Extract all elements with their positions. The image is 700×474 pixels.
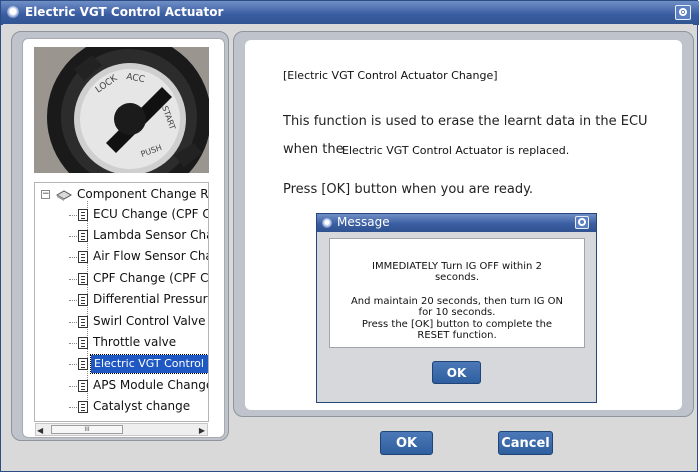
tree-item-label: Air Flow Sensor Cha xyxy=(93,249,209,263)
tree-item-electric-vgt-control[interactable]: Electric VGT Control xyxy=(69,354,208,374)
tree-item-label: CPF Change (CPF C xyxy=(93,271,209,285)
scroll-thumb[interactable]: III xyxy=(51,425,123,434)
message-line: seconds. xyxy=(434,272,480,283)
folder-icon xyxy=(55,189,73,201)
document-icon xyxy=(78,316,88,328)
document-icon xyxy=(78,209,88,221)
document-icon xyxy=(78,294,88,306)
document-icon xyxy=(78,380,88,392)
tree-item-label: Catalyst change xyxy=(93,399,191,413)
component-tree[interactable]: − Component Change Ro ECU Change (CPF C … xyxy=(34,182,209,422)
tree-item-aps-module-change[interactable]: APS Module Change xyxy=(69,377,209,395)
tree-item-cpf-change[interactable]: CPF Change (CPF C xyxy=(69,270,209,288)
message-line: RESET function. xyxy=(417,330,497,341)
tree-item-swirl-control-valve[interactable]: Swirl Control Valve C xyxy=(69,313,209,331)
tree-item-label: Throttle valve xyxy=(93,335,177,349)
message-line: IMMEDIATELY Turn IG OFF within 2 xyxy=(372,261,542,272)
content-description-prefix: when the xyxy=(283,142,344,157)
message-title-bar[interactable]: Message xyxy=(317,214,596,232)
cancel-button[interactable]: Cancel xyxy=(498,431,553,455)
power-icon[interactable] xyxy=(675,5,691,20)
tree-item-label: Differential Pressure xyxy=(93,292,209,306)
tree-item-catalyst-change[interactable]: Catalyst change xyxy=(69,398,208,416)
message-title: Message xyxy=(337,215,390,229)
message-line: for 10 seconds. xyxy=(418,307,496,318)
message-power-icon[interactable] xyxy=(575,216,589,229)
tree-item-label: Swirl Control Valve C xyxy=(93,314,209,328)
scroll-left-icon[interactable]: ◀ xyxy=(37,426,43,435)
message-line: Press the [OK] button to complete the xyxy=(361,319,553,330)
message-app-icon xyxy=(322,218,332,228)
tree-item-differential-pressure[interactable]: Differential Pressure xyxy=(69,291,209,309)
tree-item-air-flow-sensor[interactable]: Air Flow Sensor Cha xyxy=(69,248,209,266)
content-instruction: Press [OK] button when you are ready. xyxy=(283,182,534,197)
tree-root-label: Component Change Ro xyxy=(77,187,209,201)
tree-item-label: Electric VGT Control xyxy=(90,354,208,374)
title-bar[interactable]: Electric VGT Control Actuator xyxy=(1,1,699,25)
tree-item-label: APS Module Change xyxy=(93,378,209,392)
tree-item-throttle-valve[interactable]: Throttle valve xyxy=(69,334,208,352)
document-icon xyxy=(78,401,88,413)
ok-button[interactable]: OK xyxy=(380,431,433,455)
content-description-suffix: Electric VGT Control Actuator is replace… xyxy=(342,144,570,157)
tree-item-lambda-sensor[interactable]: Lambda Sensor Cha xyxy=(69,227,209,245)
tree-item-label: ECU Change (CPF C xyxy=(93,207,209,221)
collapse-icon[interactable]: − xyxy=(41,190,50,199)
content-description: This function is used to erase the learn… xyxy=(283,114,648,129)
message-line: And maintain 20 seconds, then turn IG ON xyxy=(350,296,564,307)
tree-item-ecu-change[interactable]: ECU Change (CPF C xyxy=(69,206,209,224)
scroll-right-icon[interactable]: ▶ xyxy=(199,426,205,435)
tree-item-label: Lambda Sensor Cha xyxy=(93,228,209,242)
tree-horizontal-scrollbar[interactable]: ◀ III ▶ xyxy=(35,423,208,436)
message-body: IMMEDIATELY Turn IG OFF within 2 seconds… xyxy=(329,238,585,348)
document-icon xyxy=(78,230,88,242)
message-ok-button[interactable]: OK xyxy=(432,361,481,384)
content-title: [Electric VGT Control Actuator Change] xyxy=(283,69,498,82)
app-icon xyxy=(7,6,19,18)
document-icon xyxy=(78,273,88,285)
document-icon xyxy=(78,358,88,370)
ignition-switch-image: LOCK ACC START PUSH xyxy=(34,47,209,173)
document-icon xyxy=(78,337,88,349)
window-title: Electric VGT Control Actuator xyxy=(25,5,224,19)
message-dialog: Message IMMEDIATELY Turn IG OFF within 2… xyxy=(316,213,597,403)
document-icon xyxy=(78,251,88,263)
